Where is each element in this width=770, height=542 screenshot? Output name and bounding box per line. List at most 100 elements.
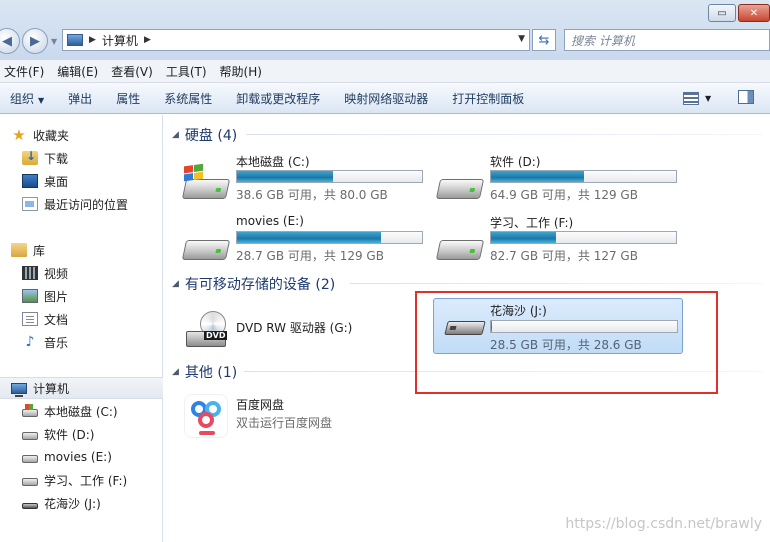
minimize-button[interactable]: ▭	[708, 4, 736, 22]
preview-pane-button[interactable]	[738, 90, 754, 104]
sidebar-item-documents[interactable]: 文档	[0, 308, 163, 330]
watermark-text: https://blog.csdn.net/brawly	[565, 516, 762, 532]
properties-button[interactable]: 属性	[106, 90, 154, 107]
usage-bar	[236, 170, 423, 183]
sidebar-item-label: 视频	[44, 266, 69, 281]
sidebar-item-label: 桌面	[44, 174, 69, 189]
breadcrumb-computer[interactable]: 计算机	[102, 32, 138, 49]
group-header-hard-drives[interactable]: ◢ 硬盘 (4)	[172, 125, 237, 145]
windows-logo-icon	[184, 163, 204, 183]
group-divider	[246, 134, 762, 135]
menu-view[interactable]: 查看(V)	[107, 63, 162, 80]
baidu-netdisk-icon[interactable]	[184, 394, 228, 438]
sidebar-item-drive-f[interactable]: 学习、工作 (F:)	[0, 469, 163, 491]
recent-places-icon	[22, 197, 38, 211]
usage-bar	[490, 231, 677, 244]
eject-button[interactable]: 弹出	[58, 90, 106, 107]
document-icon	[22, 312, 38, 326]
back-button[interactable]: ◀	[0, 28, 20, 54]
app-name[interactable]: 百度网盘	[236, 396, 284, 413]
hard-drive-icon	[181, 226, 231, 266]
sidebar-item-pictures[interactable]: 图片	[0, 285, 163, 307]
drive-tile-e[interactable]: movies (E:) 28.7 GB 可用，共 129 GB	[181, 214, 432, 272]
sidebar-item-music[interactable]: ♪ 音乐	[0, 331, 163, 353]
desktop-icon	[22, 174, 38, 188]
address-bar[interactable]: ▶ 计算机 ▶ ▼	[62, 29, 530, 51]
dvd-badge: DVD	[204, 331, 228, 340]
drive-free-space: 38.6 GB 可用，共 80.0 GB	[236, 188, 388, 202]
usage-fill	[491, 171, 584, 182]
window-controls: ▭ ✕	[708, 4, 770, 22]
view-icon	[683, 91, 699, 105]
menu-file[interactable]: 文件(F)	[0, 63, 53, 80]
sidebar-item-label: 文档	[44, 312, 69, 327]
drive-name: 软件 (D:)	[490, 155, 541, 169]
search-input[interactable]: 搜索 计算机	[564, 29, 770, 51]
open-control-panel-button[interactable]: 打开控制面板	[442, 90, 538, 107]
map-network-drive-button[interactable]: 映射网络驱动器	[334, 90, 442, 107]
system-properties-button[interactable]: 系统属性	[154, 90, 226, 107]
sidebar-item-videos[interactable]: 视频	[0, 262, 163, 284]
usage-fill	[237, 171, 334, 182]
annotation-highlight-box	[415, 291, 718, 394]
sidebar-item-libraries[interactable]: 库	[0, 239, 163, 261]
menu-tools[interactable]: 工具(T)	[162, 63, 216, 80]
menu-edit[interactable]: 编辑(E)	[53, 63, 107, 80]
title-bar: ▭ ✕ ◀ ▶ ▼ ▶ 计算机 ▶ ▼ ⇆ 搜索 计算机	[0, 0, 770, 60]
collapse-triangle-icon: ◢	[172, 130, 179, 140]
sidebar-item-label: 收藏夹	[33, 128, 70, 143]
chevron-right-icon[interactable]: ▶	[89, 35, 96, 45]
close-button[interactable]: ✕	[738, 4, 770, 22]
group-header-removable[interactable]: ◢ 有可移动存储的设备 (2)	[172, 274, 335, 294]
drive-name: DVD RW 驱动器 (G:)	[236, 321, 353, 335]
sidebar-item-label: 学习、工作 (F:)	[44, 473, 128, 488]
video-icon	[22, 266, 38, 280]
drive-name: movies (E:)	[236, 214, 304, 228]
usage-bar	[236, 231, 423, 244]
sidebar-item-recent-places[interactable]: 最近访问的位置	[0, 193, 163, 215]
sidebar-item-drive-d[interactable]: 软件 (D:)	[0, 423, 163, 445]
recent-pages-dropdown[interactable]: ▼	[51, 37, 57, 46]
sidebar-item-label: movies (E:)	[44, 450, 112, 464]
uninstall-program-button[interactable]: 卸载或更改程序	[226, 90, 334, 107]
usage-bar	[490, 170, 677, 183]
group-header-other[interactable]: ◢ 其他 (1)	[172, 362, 237, 382]
sidebar-item-drive-j[interactable]: 花海沙 (J:)	[0, 492, 163, 514]
group-divider	[350, 283, 762, 284]
sidebar-item-favorites[interactable]: ★ 收藏夹	[0, 124, 163, 146]
sidebar-item-label: 本地磁盘 (C:)	[44, 404, 118, 419]
sidebar-item-desktop[interactable]: 桌面	[0, 170, 163, 192]
star-icon: ★	[12, 126, 26, 144]
app-description: 双击运行百度网盘	[236, 416, 333, 430]
sidebar-item-label: 下载	[44, 151, 69, 166]
sidebar-item-downloads[interactable]: 下载	[0, 147, 163, 169]
downloads-folder-icon	[22, 149, 38, 165]
drive-tile-c[interactable]: 本地磁盘 (C:) 38.6 GB 可用，共 80.0 GB	[181, 153, 432, 211]
command-bar: 组织 ▼ 弹出 属性 系统属性 卸载或更改程序 映射网络驱动器 打开控制面板 ▼	[0, 83, 770, 114]
drive-name: 学习、工作 (F:)	[490, 216, 574, 230]
sidebar-item-drive-c[interactable]: 本地磁盘 (C:)	[0, 400, 163, 422]
music-note-icon: ♪	[25, 334, 35, 350]
address-dropdown[interactable]: ▼	[518, 34, 525, 44]
chevron-right-icon[interactable]: ▶	[144, 35, 151, 45]
refresh-button[interactable]: ⇆	[532, 29, 556, 51]
drive-free-space: 82.7 GB 可用，共 127 GB	[490, 249, 638, 263]
collapse-triangle-icon: ◢	[172, 367, 179, 377]
sidebar-item-drive-e[interactable]: movies (E:)	[0, 446, 163, 468]
sidebar-item-label: 图片	[44, 289, 69, 304]
drive-tile-dvd[interactable]: DVD DVD RW 驱动器 (G:)	[182, 303, 432, 355]
usb-drive-icon	[22, 503, 38, 509]
hard-drive-icon	[435, 226, 485, 266]
sidebar-item-computer[interactable]: 计算机	[0, 377, 163, 399]
forward-button[interactable]: ▶	[22, 28, 48, 54]
change-view-button[interactable]: ▼	[683, 89, 723, 107]
sidebar-item-label: 软件 (D:)	[44, 427, 95, 442]
group-title: 有可移动存储的设备 (2)	[184, 277, 336, 293]
drive-tile-d[interactable]: 软件 (D:) 64.9 GB 可用，共 129 GB	[435, 153, 686, 211]
system-drive-icon	[22, 404, 38, 417]
sidebar-item-label: 计算机	[33, 381, 70, 396]
organize-button[interactable]: 组织 ▼	[0, 90, 58, 107]
collapse-triangle-icon: ◢	[172, 279, 179, 289]
menu-help[interactable]: 帮助(H)	[216, 63, 271, 80]
drive-tile-f[interactable]: 学习、工作 (F:) 82.7 GB 可用，共 127 GB	[435, 214, 686, 272]
